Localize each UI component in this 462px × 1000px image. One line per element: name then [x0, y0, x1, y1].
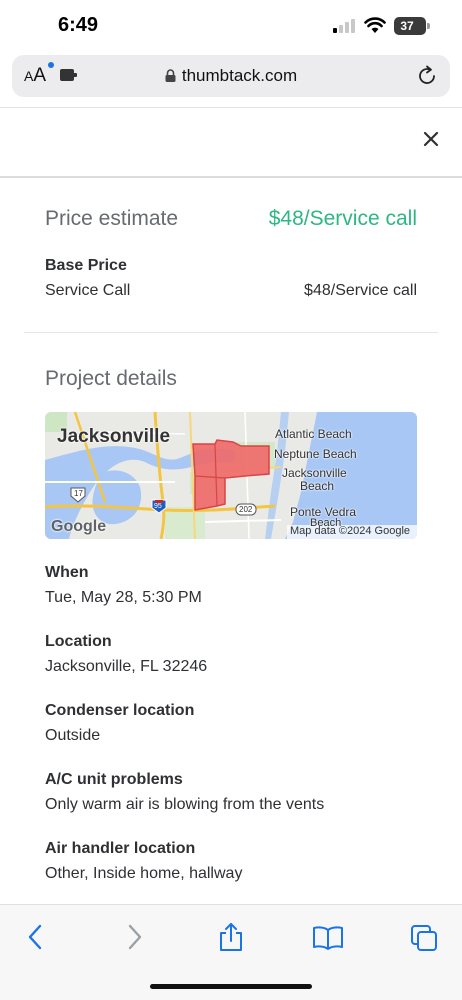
detail-title-ac-problems: A/C unit problems — [45, 771, 183, 788]
close-icon[interactable] — [421, 129, 441, 149]
map-attribution: Map data ©2024 Google — [290, 525, 411, 537]
url-field[interactable]: thumbtack.com — [12, 55, 450, 97]
url-text: thumbtack.com — [181, 66, 298, 85]
map-label-jacksonville-beach-2: Beach — [300, 479, 335, 493]
lock-icon — [165, 69, 176, 83]
price-estimate-value: $48/Service call — [268, 207, 417, 230]
map-label-atlantic-beach: Atlantic Beach — [275, 427, 352, 441]
price-estimate-label: Price estimate — [45, 207, 179, 230]
map-label-jacksonville: Jacksonville — [57, 426, 171, 447]
battery-level: 37 — [400, 19, 414, 33]
detail-value-when: Tue, May 28, 5:30 PM — [45, 589, 202, 606]
map-label-jacksonville-beach: Jacksonville — [282, 466, 347, 480]
section-divider — [24, 332, 438, 333]
battery-cap — [427, 23, 430, 29]
base-price-title: Base Price — [45, 257, 127, 274]
google-logo: Google — [51, 518, 107, 535]
detail-title-location: Location — [45, 633, 112, 650]
forward-icon[interactable] — [120, 922, 148, 952]
home-indicator — [150, 984, 312, 989]
divider — [0, 107, 462, 108]
base-price-name: Service Call — [45, 282, 131, 299]
location-map[interactable]: Jacksonville Atlantic Beach Neptune Beac… — [45, 412, 417, 539]
project-details-title: Project details — [45, 367, 177, 390]
address-bar[interactable]: AA thumbtack.com — [12, 55, 450, 97]
wifi-icon — [364, 17, 386, 33]
detail-value-air-handler: Other, Inside home, hallway — [45, 865, 243, 882]
header-divider — [0, 176, 462, 178]
battery-icon: 37 — [394, 17, 426, 35]
route-202-label: 202 — [239, 505, 253, 514]
detail-title-condenser: Condenser location — [45, 702, 195, 719]
status-bar: 6:49 37 — [0, 0, 462, 52]
share-icon[interactable] — [217, 922, 245, 952]
route-17-label: 17 — [74, 489, 83, 498]
tabs-icon[interactable] — [410, 922, 438, 952]
detail-value-location: Jacksonville, FL 32246 — [45, 658, 208, 675]
status-time: 6:49 — [58, 14, 99, 36]
map-label-neptune-beach: Neptune Beach — [274, 447, 357, 461]
bookmarks-icon[interactable] — [312, 922, 344, 952]
reload-icon[interactable] — [416, 65, 438, 87]
cellular-signal-icon — [333, 19, 357, 33]
route-95-label: 95 — [154, 503, 162, 510]
base-price-value: $48/Service call — [304, 282, 417, 299]
detail-value-condenser: Outside — [45, 727, 101, 744]
detail-value-ac-problems: Only warm air is blowing from the vents — [45, 796, 325, 813]
detail-title-when: When — [45, 564, 89, 581]
detail-title-air-handler: Air handler location — [45, 840, 196, 857]
back-icon[interactable] — [22, 922, 50, 952]
